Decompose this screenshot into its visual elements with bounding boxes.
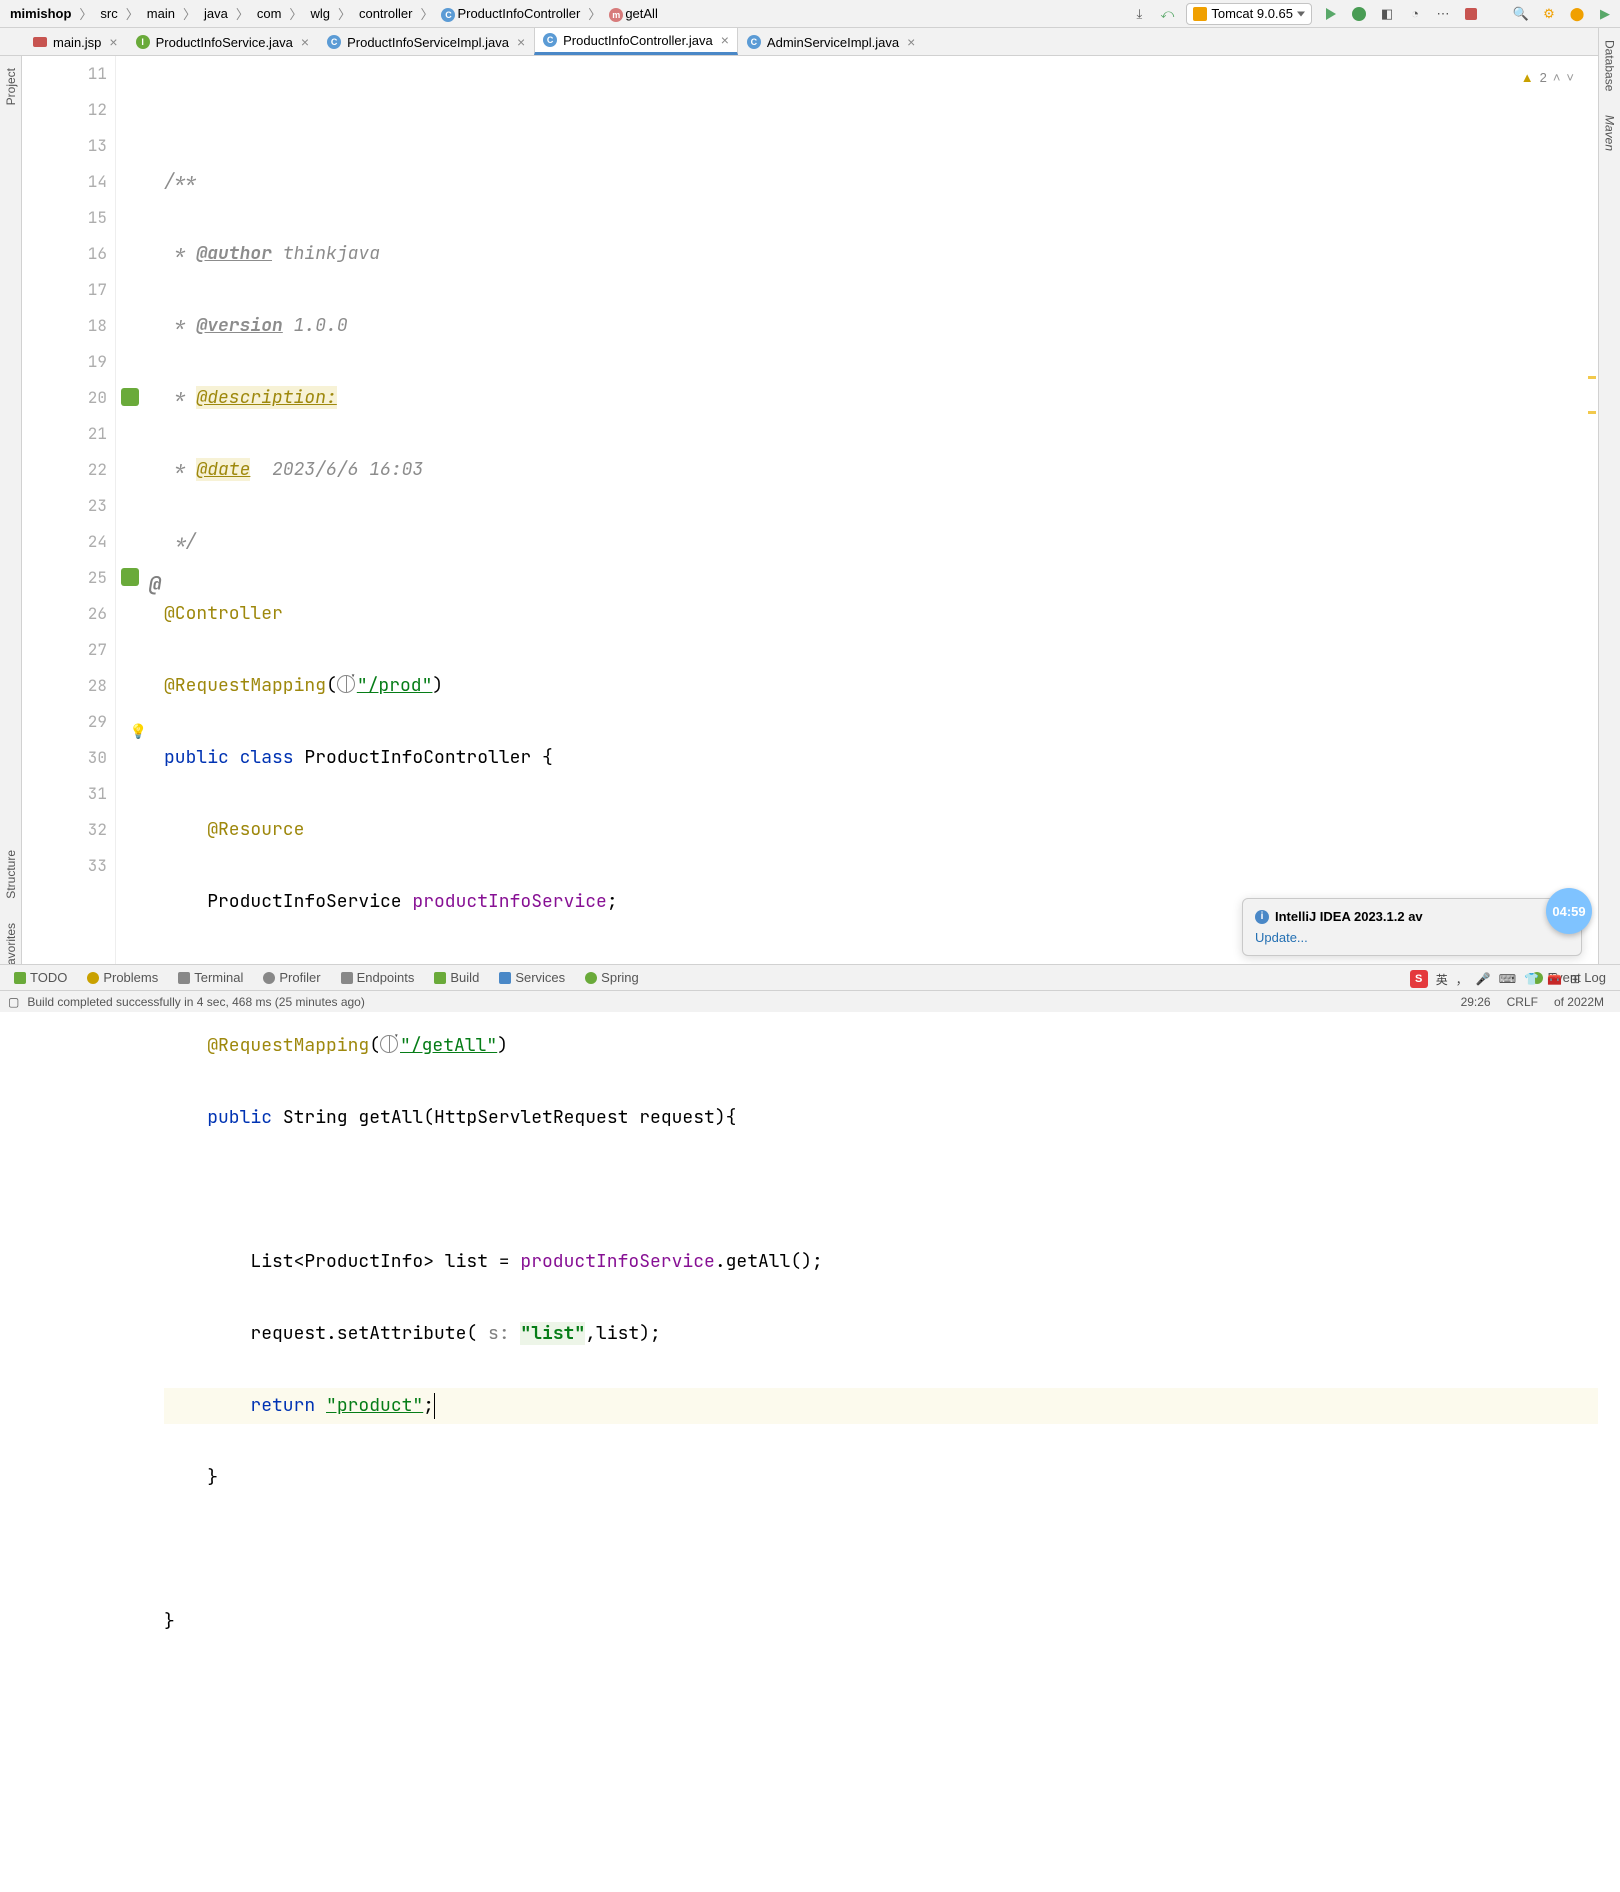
search-everywhere-icon[interactable]: 🔍 (1512, 5, 1530, 23)
close-icon[interactable]: × (517, 34, 525, 50)
jsp-icon (33, 37, 47, 47)
class-icon: C (747, 35, 761, 49)
tips-icon[interactable]: ⬤ (1568, 5, 1586, 23)
memory-indicator[interactable]: of 2022M (1554, 995, 1604, 1009)
run-config-selector[interactable]: Tomcat 9.0.65 (1186, 3, 1312, 25)
bc-com[interactable]: com (253, 6, 286, 21)
notification-popup[interactable]: i IntelliJ IDEA 2023.1.2 av Update... (1242, 898, 1582, 956)
close-icon[interactable]: × (907, 34, 915, 50)
warning-icon: ▲ (1521, 60, 1534, 96)
status-bar: ▢ Build completed successfully in 4 sec,… (0, 990, 1620, 1012)
breadcrumb: mimishop〉 src〉 main〉 java〉 com〉 wlg〉 con… (6, 4, 662, 23)
bottom-tool-bar: TODO Problems Terminal Profiler Endpoint… (0, 964, 1620, 990)
intention-bulb-icon[interactable]: 💡 (130, 714, 147, 750)
sogou-ime-icon[interactable]: S (1410, 970, 1428, 988)
tomcat-icon (1193, 7, 1207, 21)
build-tool-button[interactable]: Build (426, 967, 487, 989)
class-icon: C (327, 35, 341, 49)
run-anything-icon[interactable]: ▶ (1596, 5, 1614, 23)
url-globe-icon[interactable]: ▾ (337, 675, 355, 693)
notification-title: IntelliJ IDEA 2023.1.2 av (1275, 909, 1423, 924)
services-tool-button[interactable]: Services (491, 967, 573, 989)
project-tool-button[interactable]: Project (4, 68, 18, 105)
coverage-button[interactable]: ◧ (1378, 5, 1396, 23)
gutter: 11 12 13 14 15 16 17 18 19 20 21 22 23 2… (22, 56, 116, 964)
debug-button[interactable] (1350, 5, 1368, 23)
url-globe-icon[interactable]: ▾ (380, 1035, 398, 1053)
spring-tool-button[interactable]: Spring (577, 967, 647, 989)
next-highlight-icon[interactable]: ˅ (1566, 60, 1574, 96)
stop-button[interactable] (1462, 5, 1480, 23)
mic-icon[interactable]: 🎤 (1476, 972, 1491, 986)
line-separator[interactable]: CRLF (1507, 995, 1538, 1009)
text-caret (434, 1393, 435, 1419)
todo-tool-button[interactable]: TODO (6, 967, 75, 989)
tab-main-jsp[interactable]: main.jsp× (24, 28, 127, 55)
database-tool-button[interactable]: Database (1603, 40, 1617, 91)
run-button[interactable] (1322, 5, 1340, 23)
problems-tool-button[interactable]: Problems (79, 967, 166, 989)
prev-highlight-icon[interactable]: ˄ (1553, 60, 1561, 96)
tab-productinfocontroller[interactable]: CProductInfoController.java× (534, 27, 738, 55)
editor-tabs: main.jsp× IProductInfoService.java× CPro… (0, 28, 1620, 56)
info-icon: i (1255, 910, 1269, 924)
tab-productinfoservice[interactable]: IProductInfoService.java× (127, 28, 318, 55)
keyboard-icon[interactable]: ⌨ (1499, 972, 1516, 986)
error-stripe[interactable] (1584, 56, 1598, 964)
bc-java[interactable]: java (200, 6, 232, 21)
close-icon[interactable]: × (721, 32, 729, 48)
grid-icon[interactable]: ⊞ (1570, 972, 1580, 986)
bc-project[interactable]: mimishop (6, 6, 75, 21)
endpoints-tool-button[interactable]: Endpoints (333, 967, 423, 989)
bc-class[interactable]: CProductInfoController (437, 6, 584, 22)
bc-main[interactable]: main (143, 6, 179, 21)
spring-bean-icon[interactable] (121, 568, 139, 586)
close-icon[interactable]: × (301, 34, 309, 50)
spring-bean-icon[interactable] (121, 388, 139, 406)
floating-timer-badge[interactable]: 04:59 (1546, 888, 1592, 934)
inspection-widget[interactable]: ▲ 2 ˄ ˅ (1521, 60, 1574, 96)
tab-adminserviceimpl[interactable]: CAdminServiceImpl.java× (738, 28, 924, 55)
left-tool-strip: Project Structure Favorites (0, 56, 22, 984)
run-config-label: Tomcat 9.0.65 (1211, 6, 1293, 21)
toolbox-icon[interactable]: 🧰 (1547, 972, 1562, 986)
bc-src[interactable]: src (96, 6, 121, 21)
terminal-tool-button[interactable]: Terminal (170, 967, 251, 989)
attach-button[interactable]: ⋯ (1434, 5, 1452, 23)
warning-count: 2 (1540, 60, 1547, 96)
interface-icon: I (136, 35, 150, 49)
class-icon: C (543, 33, 557, 47)
code-area[interactable]: /** * @author thinkjava * @version 1.0.0… (156, 56, 1598, 964)
skin-icon[interactable]: 👕 (1524, 972, 1539, 986)
hammer-build-icon[interactable]: ⤺ (1158, 5, 1176, 23)
notification-update-link[interactable]: Update... (1255, 930, 1569, 945)
bc-controller[interactable]: controller (355, 6, 416, 21)
navigation-bar: mimishop〉 src〉 main〉 java〉 com〉 wlg〉 con… (0, 0, 1620, 28)
ime-bar[interactable]: S 英 ， 🎤 ⌨ 👕 🧰 ⊞ (1410, 968, 1580, 990)
bc-method[interactable]: mgetAll (605, 6, 662, 22)
vcs-update-icon[interactable]: ⤓ (1130, 5, 1148, 23)
tab-productinfoserviceimpl[interactable]: CProductInfoServiceImpl.java× (318, 28, 534, 55)
code-editor[interactable]: 11 12 13 14 15 16 17 18 19 20 21 22 23 2… (22, 56, 1598, 964)
toolbar-right: ⤓ ⤺ Tomcat 9.0.65 ◧ ◔ ⋯ 🔍 ⚙ ⬤ ▶ (1130, 3, 1614, 25)
close-icon[interactable]: × (109, 34, 117, 50)
caret-position[interactable]: 29:26 (1461, 995, 1491, 1009)
profile-button[interactable]: ◔ (1406, 5, 1424, 23)
settings-icon[interactable]: ⚙ (1540, 5, 1558, 23)
status-message: Build completed successfully in 4 sec, 4… (27, 995, 365, 1009)
profiler-tool-button[interactable]: Profiler (255, 967, 328, 989)
bc-wlg[interactable]: wlg (306, 6, 334, 21)
structure-tool-button[interactable]: Structure (4, 850, 18, 899)
tool-window-quick-access-icon[interactable]: ▢ (8, 995, 19, 1009)
